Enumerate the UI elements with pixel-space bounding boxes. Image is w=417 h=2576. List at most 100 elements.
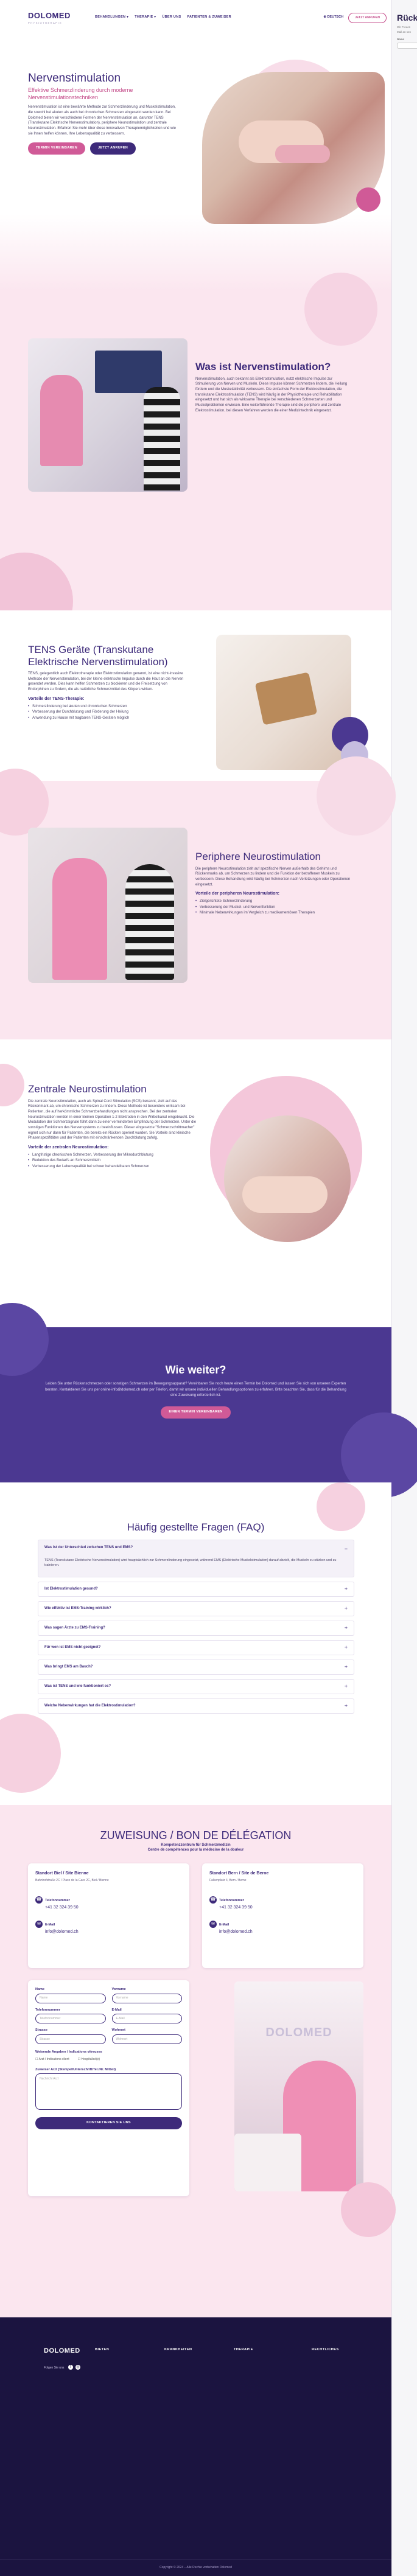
message-textarea[interactable]: Nachricht Arzt	[35, 2073, 182, 2110]
faq-item[interactable]: Welche Nebenwirkungen hat die Elektrosti…	[38, 1698, 354, 1714]
expand-icon[interactable]: +	[345, 1702, 348, 1710]
decor-blob	[317, 756, 396, 836]
contact-title: ZUWEISUNG / BON DE DÉLÉGATION	[100, 1829, 292, 1841]
faq-item-open[interactable]: Was ist der Unterschied zwischen TENS un…	[38, 1540, 354, 1577]
footer-col-therapie[interactable]: THERAPIE	[234, 2348, 253, 2353]
cta-title: Wie weiter?	[165, 1364, 226, 1376]
form-label: Vorname	[111, 1988, 126, 1991]
side-panel-name-input[interactable]	[397, 43, 417, 49]
site-header: DOLOMED PHYSIOTHERAPIE BEHANDLUNGEN ▾ TH…	[0, 0, 391, 35]
peripheral-advantages-list: Zielgerichtete Schmerzlinderung Verbesse…	[195, 899, 351, 916]
nav-item-therapy[interactable]: THERAPIE ▾	[135, 15, 156, 20]
faq-question: Was sagen Ärzte zu EMS-Training?	[44, 1626, 105, 1630]
central-advantages-list: Langfristige chronischen Schmerzen, Verb…	[28, 1153, 198, 1170]
footer-col-bieten[interactable]: BIETEN	[95, 2348, 109, 2353]
header-call-button[interactable]: JETZT ANRUFEN	[348, 12, 387, 23]
photo-glove-shape	[275, 145, 330, 163]
page-title: Nervenstimulation	[28, 72, 121, 85]
faq-question: Was ist TENS und wie funktioniert es?	[44, 1684, 111, 1689]
faq-item[interactable]: Was sagen Ärzte zu EMS-Training? +	[38, 1621, 354, 1636]
email-input[interactable]: E-Mail	[111, 2014, 182, 2024]
side-panel-field-label: Name	[397, 38, 405, 41]
faq-item[interactable]: Wie effektiv ist EMS-Training wirklich? +	[38, 1601, 354, 1616]
central-advantages-title: Vorteile der zentralen Neurostimulation:	[28, 1145, 109, 1150]
phone-icon: ☎	[209, 1896, 217, 1904]
expand-icon[interactable]: +	[345, 1624, 348, 1632]
location-name: Standort Biel / Site Bienne	[35, 1871, 89, 1876]
faq-question: Ist Elektrostimulation gesund?	[44, 1587, 98, 1591]
nav-item-about[interactable]: ÜBER UNS	[162, 15, 181, 20]
list-item: Reduktion des Bedarfs an Schmerzmitteln	[28, 1158, 198, 1164]
facebook-icon[interactable]: f	[68, 2365, 73, 2370]
phone-link[interactable]: +41 32 324 39 50	[219, 1905, 356, 1911]
mail-icon: ✉	[209, 1920, 217, 1928]
peripheral-text: Die periphere Neurostimulation zielt auf…	[195, 867, 351, 887]
photo-body-shape	[242, 1176, 328, 1213]
central-title: Zentrale Neurostimulation	[28, 1083, 147, 1095]
book-appointment-button[interactable]: TERMIN VEREINBAREN	[28, 142, 86, 155]
city-input[interactable]: Wohnort	[111, 2034, 182, 2045]
checkbox-doctor[interactable]: ☐ Arzt / Indications client	[35, 2058, 69, 2062]
instagram-icon[interactable]: ◎	[75, 2365, 80, 2370]
firstname-input[interactable]: Vorname	[111, 1993, 182, 2003]
photo-person-2-shape	[144, 387, 180, 490]
submit-button[interactable]: KONTAKTIEREN SIE UNS	[35, 2117, 182, 2130]
phone-icon: ☎	[35, 1896, 43, 1904]
phone-label: Telefonnummer	[219, 1898, 244, 1902]
footer-col-krankheiten[interactable]: KRANKHEITEN	[164, 2348, 192, 2353]
tens-device-photo	[216, 635, 351, 770]
faq-item[interactable]: Für wen ist EMS nicht geeignet? +	[38, 1640, 354, 1655]
name-input[interactable]: Name	[35, 1993, 106, 2003]
nav-item-treatments[interactable]: BEHANDLUNGEN ▾	[95, 15, 128, 20]
list-item: Langfristige chronischen Schmerzen, Verb…	[28, 1153, 198, 1159]
logo-text: DOLOMED	[28, 11, 71, 21]
phone-link[interactable]: +41 32 324 39 50	[45, 1905, 182, 1911]
nav-item-patients[interactable]: PATIENTEN & ZUWEISER	[187, 15, 231, 20]
side-contact-panel: Rück Wir Freuen Mail an sen Name	[391, 0, 417, 2576]
call-now-button[interactable]: JETZT ANRUFEN	[90, 142, 136, 155]
reception-photo: DOLOMED	[234, 1981, 363, 2191]
main-nav: BEHANDLUNGEN ▾ THERAPIE ▾ ÜBER UNS PATIE…	[95, 15, 231, 20]
language-selector[interactable]: ⊕ DEUTSCH	[323, 15, 343, 20]
what-is-title: Was ist Nervenstimulation?	[195, 361, 331, 372]
expand-icon[interactable]: +	[345, 1644, 348, 1652]
expand-icon[interactable]: +	[345, 1663, 348, 1671]
cta-appointment-button[interactable]: EINEN TERMIN VEREINBAREN	[161, 1406, 231, 1419]
collapse-icon[interactable]: −	[345, 1545, 348, 1553]
checkbox-hospital[interactable]: ☐ Hospitalisé(e)	[78, 2058, 100, 2062]
expand-icon[interactable]: +	[345, 1585, 348, 1593]
side-panel-title: Rück	[397, 13, 417, 23]
footer-logo[interactable]: DOLOMED	[44, 2347, 80, 2356]
faq-title: Häufig gestellte Fragen (FAQ)	[127, 1521, 265, 1533]
location-card-biel: Standort Biel / Site Bienne Bahnhofstraß…	[28, 1863, 189, 1968]
street-input[interactable]: Strasse	[35, 2034, 106, 2045]
faq-item[interactable]: Ist Elektrostimulation gesund? +	[38, 1582, 354, 1597]
photo-desk-shape	[234, 2134, 301, 2191]
central-photo	[224, 1115, 351, 1242]
form-label: Wohnort	[111, 2028, 126, 2033]
delegation-form: Name Name Vorname Vorname Telefonnummer Tel…	[28, 1980, 189, 2196]
peripheral-photo	[28, 828, 187, 983]
phone-input[interactable]: Telefonnummer	[35, 2014, 106, 2024]
location-name: Standort Bern / Site de Berne	[209, 1871, 269, 1876]
list-item: Verbesserung der Muskel- und Nervenfunkt…	[195, 905, 351, 911]
logo[interactable]: DOLOMED PHYSIOTHERAPIE	[28, 10, 71, 25]
form-label: Telefonnummer	[35, 2008, 60, 2012]
photo-person-shape	[52, 858, 107, 980]
checkbox-label: Arzt / Indications client	[38, 2057, 69, 2061]
form-label: E-Mail	[111, 2008, 122, 2012]
faq-question: Was bringt EMS am Bauch?	[44, 1665, 93, 1669]
expand-icon[interactable]: +	[345, 1683, 348, 1691]
faq-item[interactable]: Was bringt EMS am Bauch? +	[38, 1660, 354, 1675]
email-link[interactable]: info@dolomed.ch	[45, 1929, 182, 1935]
decor-blob	[0, 1714, 61, 1793]
email-link[interactable]: info@dolomed.ch	[219, 1929, 356, 1935]
footer-social-label: Folgen Sie uns	[44, 2366, 65, 2370]
expand-icon[interactable]: +	[345, 1605, 348, 1613]
central-section: Zentrale Neurostimulation Die zentrale N…	[0, 1039, 391, 1327]
faq-item[interactable]: Was ist TENS und wie funktioniert es? +	[38, 1679, 354, 1694]
list-item: Verbesserung der Durchblutung und Förder…	[28, 710, 186, 716]
form-label: Name	[35, 1988, 44, 1991]
what-is-text: Nervenstimulation, auch bekannt als Elek…	[195, 377, 348, 413]
footer-col-rechtliches[interactable]: RECHTLICHES	[312, 2348, 339, 2353]
